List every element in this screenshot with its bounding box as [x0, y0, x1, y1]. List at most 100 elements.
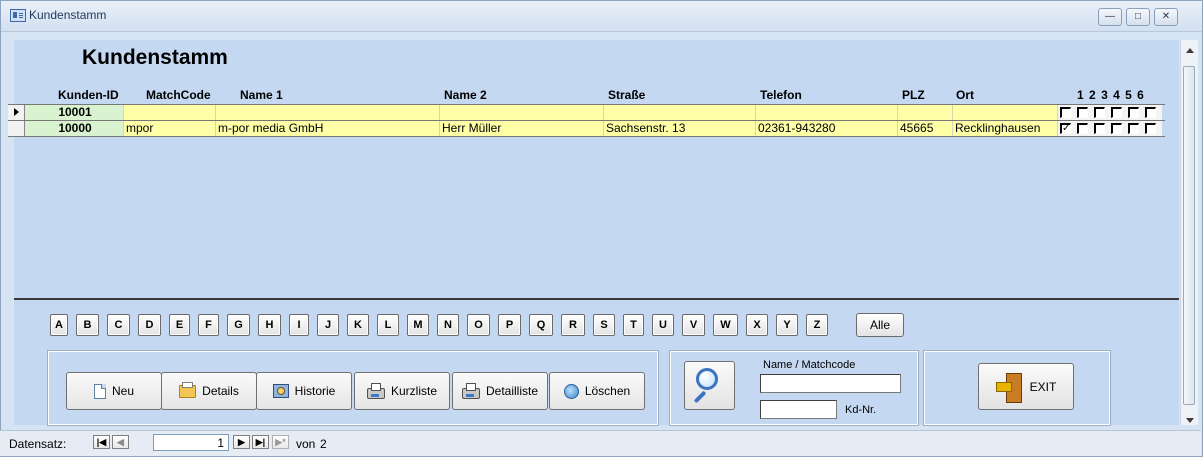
minimize-button[interactable]: —: [1098, 8, 1122, 26]
letter-filter-button[interactable]: W: [713, 314, 738, 336]
cell-strasse[interactable]: [604, 105, 756, 120]
letter-filter-button[interactable]: E: [169, 314, 190, 336]
form-icon: [10, 9, 26, 22]
detailliste-button[interactable]: Detailliste: [452, 372, 548, 410]
letter-filter-button[interactable]: C: [107, 314, 130, 336]
letter-filter-button[interactable]: K: [347, 314, 369, 336]
cell-name2[interactable]: Herr Müller: [440, 121, 604, 136]
next-record-icon[interactable]: ▶: [233, 435, 250, 449]
scroll-down-icon[interactable]: [1186, 418, 1194, 423]
letter-filter-button[interactable]: L: [377, 314, 399, 336]
von-label: von: [296, 437, 316, 451]
history-icon: [272, 384, 289, 398]
details-button[interactable]: Details: [161, 372, 257, 410]
letter-filter-button[interactable]: X: [746, 314, 768, 336]
letter-filter-button[interactable]: O: [467, 314, 490, 336]
check-number-6: 6: [1137, 88, 1145, 102]
historie-label: Historie: [294, 384, 336, 398]
new-document-icon: [93, 383, 106, 399]
cell-ort[interactable]: Recklinghausen: [953, 121, 1058, 136]
letter-filter-button[interactable]: V: [682, 314, 705, 336]
new-record-icon[interactable]: ▶*: [272, 435, 289, 449]
letter-filter-button[interactable]: N: [437, 314, 459, 336]
kurzliste-button[interactable]: Kurzliste: [354, 372, 450, 410]
last-record-icon[interactable]: ▶|: [252, 435, 269, 449]
letter-filter-button[interactable]: B: [76, 314, 99, 336]
cell-plz[interactable]: 45665: [898, 121, 953, 136]
letter-filter-button[interactable]: P: [498, 314, 521, 336]
checkbox-1[interactable]: ✓: [1060, 123, 1071, 134]
cell-kunden-id[interactable]: 10001: [25, 105, 124, 120]
checkbox-4[interactable]: [1111, 123, 1122, 134]
filter-button-alle[interactable]: Alle: [856, 313, 904, 337]
letter-filter-button[interactable]: I: [289, 314, 309, 336]
cell-matchcode[interactable]: [124, 105, 216, 120]
checkbox-6[interactable]: [1145, 123, 1156, 134]
neu-button[interactable]: Neu: [66, 372, 162, 410]
checkbox-2[interactable]: [1077, 123, 1088, 134]
previous-record-icon[interactable]: ◀: [112, 435, 129, 449]
scrollbar-thumb[interactable]: [1183, 66, 1195, 405]
vertical-scrollbar[interactable]: [1180, 40, 1198, 425]
loeschen-button[interactable]: Löschen: [549, 372, 645, 410]
record-selector[interactable]: [8, 105, 25, 121]
restore-button[interactable]: □: [1126, 8, 1150, 26]
letter-filter-button[interactable]: R: [561, 314, 585, 336]
window-title: Kundenstamm: [29, 8, 107, 22]
letter-filter-button[interactable]: U: [652, 314, 674, 336]
cell-telefon[interactable]: 02361-943280: [756, 121, 898, 136]
letter-filter-button[interactable]: S: [593, 314, 615, 336]
letter-filter-button[interactable]: J: [317, 314, 339, 336]
cell-kunden-id[interactable]: 10000: [25, 121, 124, 136]
check-number-4: 4: [1113, 88, 1121, 102]
checkbox-4[interactable]: [1111, 107, 1122, 118]
letter-filter-button[interactable]: Q: [529, 314, 553, 336]
cell-plz[interactable]: [898, 105, 953, 120]
kd-nr-input[interactable]: [760, 400, 837, 419]
cell-name1[interactable]: [216, 105, 440, 120]
checkbox-3[interactable]: [1094, 123, 1105, 134]
exit-door-icon: [995, 372, 1022, 403]
close-button[interactable]: ✕: [1154, 8, 1178, 26]
loeschen-label: Löschen: [584, 384, 631, 398]
letter-filter-button[interactable]: Z: [806, 314, 828, 336]
letter-filter-button[interactable]: Y: [776, 314, 798, 336]
magnifier-handle: [693, 390, 707, 404]
check-number-1: 1: [1077, 88, 1085, 102]
scroll-up-icon[interactable]: [1186, 48, 1194, 53]
detailliste-label: Detailliste: [485, 384, 539, 398]
letter-filter-button[interactable]: M: [407, 314, 429, 336]
details-label: Details: [202, 384, 239, 398]
letter-filter-button[interactable]: H: [258, 314, 281, 336]
checkbox-6[interactable]: [1145, 107, 1156, 118]
letter-filter-button[interactable]: A: [50, 314, 68, 336]
cell-telefon[interactable]: [756, 105, 898, 120]
cell-name1[interactable]: m-por media GmbH: [216, 121, 440, 136]
search-button[interactable]: [684, 361, 735, 410]
letter-filter-button[interactable]: T: [623, 314, 644, 336]
checkbox-group: [1058, 105, 1162, 120]
checkbox-2[interactable]: [1077, 107, 1088, 118]
letter-filter-button[interactable]: F: [198, 314, 219, 336]
cell-ort[interactable]: [953, 105, 1058, 120]
record-number-input[interactable]: [153, 434, 229, 451]
table-row[interactable]: 10000 mpor m-por media GmbH Herr Müller …: [8, 121, 1165, 137]
checkbox-1[interactable]: [1060, 107, 1071, 118]
exit-button[interactable]: EXIT: [978, 363, 1074, 410]
checkbox-3[interactable]: [1094, 107, 1105, 118]
col-header-check-numbers: 1 2 3 4 5 6: [1077, 88, 1145, 102]
letter-filter-button[interactable]: G: [227, 314, 250, 336]
checkbox-5[interactable]: [1128, 123, 1139, 134]
cell-strasse[interactable]: Sachsenstr. 13: [604, 121, 756, 136]
first-record-icon[interactable]: |◀: [93, 435, 110, 449]
record-selector[interactable]: [8, 121, 25, 137]
col-header-kunden-id: Kunden-ID: [58, 88, 119, 102]
cell-name2[interactable]: [440, 105, 604, 120]
historie-button[interactable]: Historie: [256, 372, 352, 410]
name-matchcode-input[interactable]: [760, 374, 901, 393]
checkbox-5[interactable]: [1128, 107, 1139, 118]
letter-filter-button[interactable]: D: [138, 314, 161, 336]
table-row-new[interactable]: 10001: [8, 105, 1165, 121]
cell-matchcode[interactable]: mpor: [124, 121, 216, 136]
kd-nr-label: Kd-Nr.: [845, 404, 877, 416]
